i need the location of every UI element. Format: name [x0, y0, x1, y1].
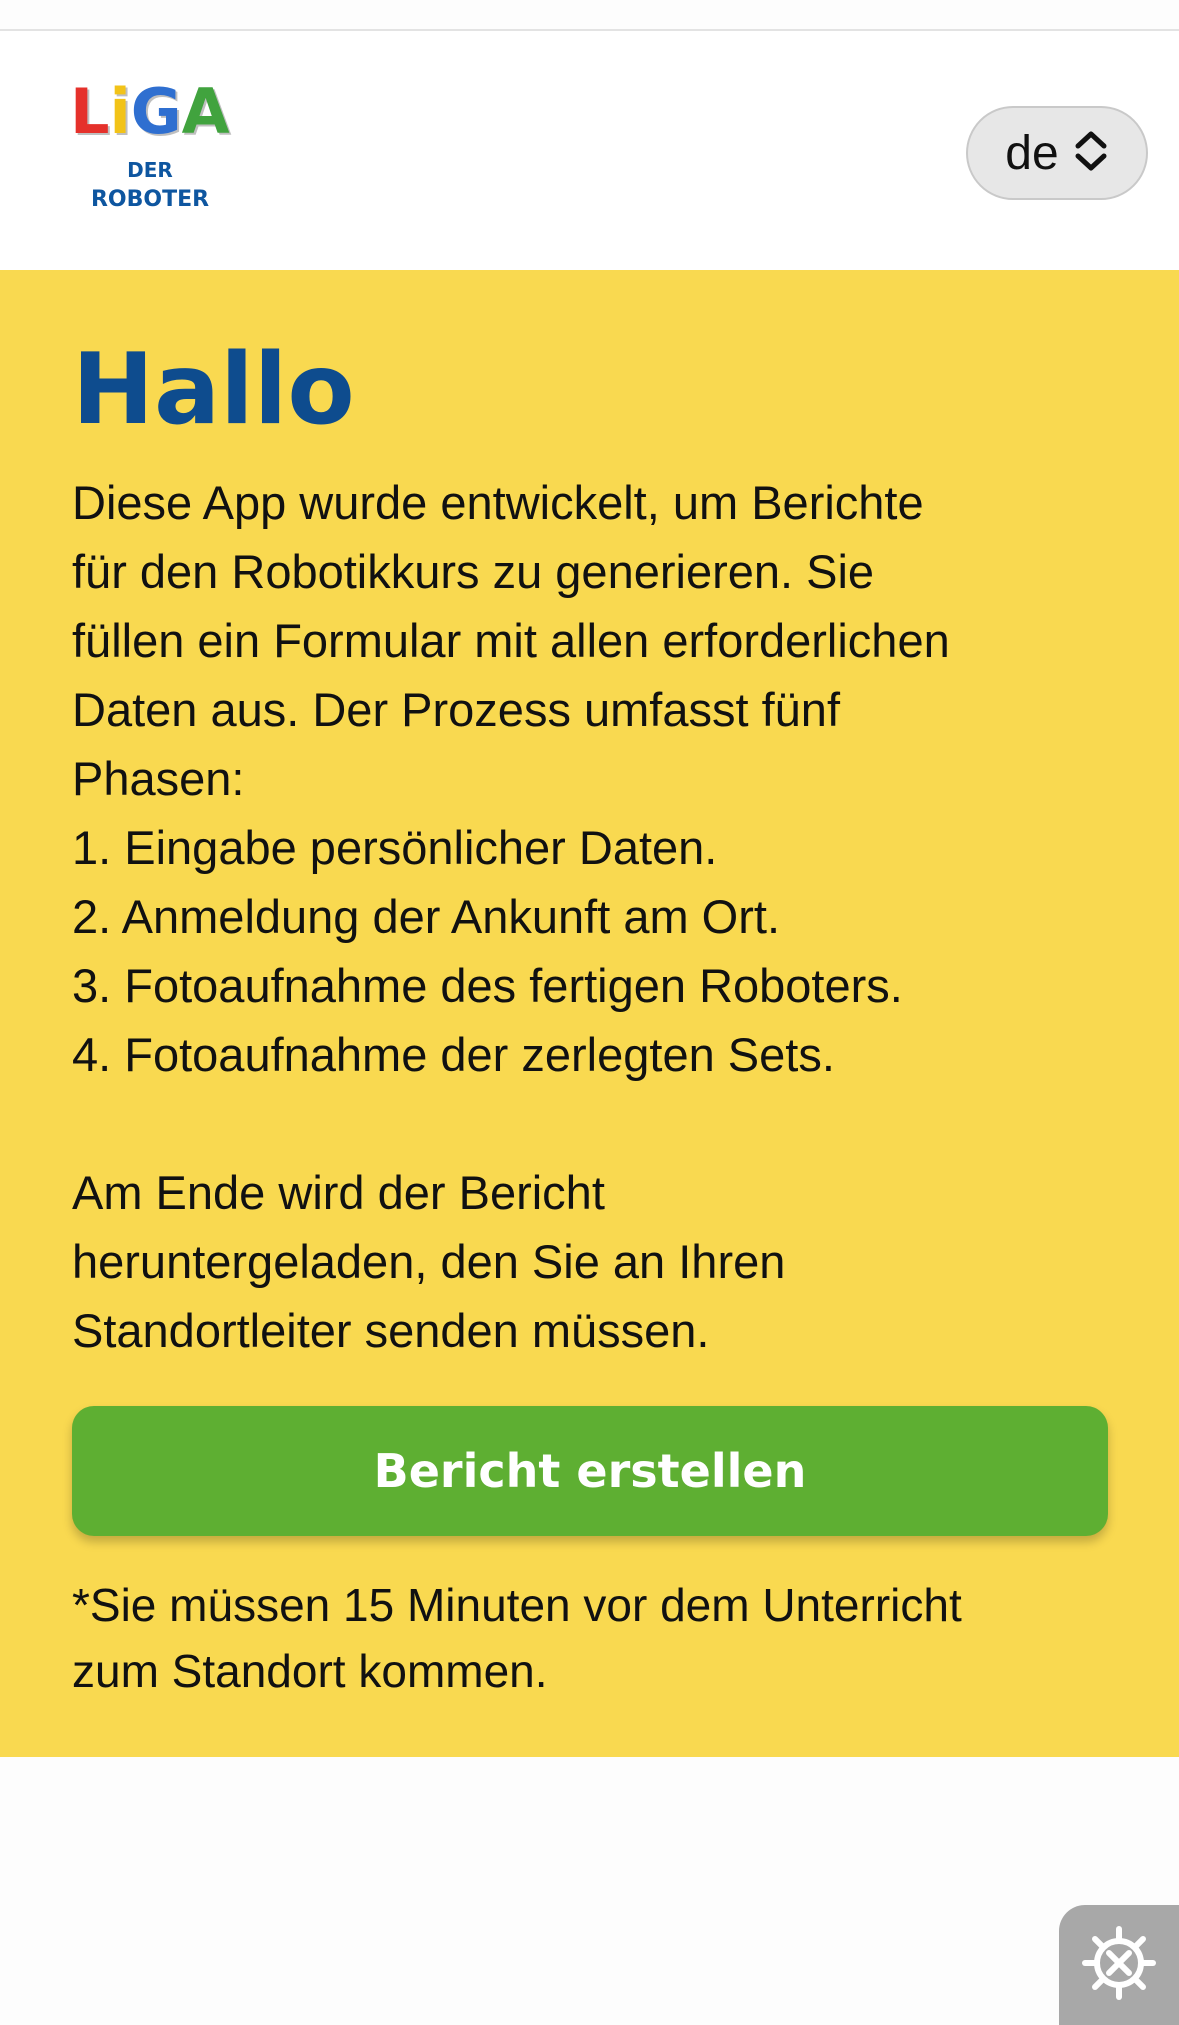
logo-subtitle-line2: ROBOTER — [90, 187, 210, 212]
intro-section: Hallo Diese App wurde entwickelt, um Ber… — [0, 270, 1179, 1757]
description-line: füllen ein Formular mit allen erforderli… — [72, 614, 950, 667]
logo-letter: L — [70, 75, 109, 148]
ending-line: Am Ende wird der Bericht — [72, 1166, 605, 1219]
logo-letter: G — [130, 75, 182, 148]
page-title: Hallo — [72, 333, 355, 447]
description-line: Diese App wurde entwickelt, um Berichte — [72, 476, 924, 529]
phase-item: 1. Eingabe persönlicher Daten. — [72, 821, 718, 874]
app-header: L i G A DER ROBOTER de — [0, 31, 1179, 270]
phase-item: 2. Anmeldung der Ankunft am Ort. — [72, 890, 781, 943]
logo-letter: i — [109, 75, 131, 148]
description-line: Daten aus. Der Prozess umfasst fünf — [72, 683, 840, 736]
logo-subtitle-line1: DER — [127, 158, 173, 182]
description-line: für den Robotikkurs zu generieren. Sie — [72, 545, 875, 598]
language-value: de — [1005, 126, 1059, 180]
settings-tools-button[interactable] — [1059, 1905, 1179, 2025]
intro-description: Diese App wurde entwickelt, um Berichte … — [72, 468, 1112, 1365]
phase-item: 3. Fotoaufnahme des fertigen Roboters. — [72, 959, 903, 1012]
arrival-note: *Sie müssen 15 Minuten vor dem Unterrich… — [72, 1572, 1112, 1704]
logo-wordmark: L i G A — [70, 81, 230, 143]
note-line: *Sie müssen 15 Minuten vor dem Unterrich… — [72, 1579, 962, 1631]
phase-item: 4. Fotoaufnahme der zerlegten Sets. — [72, 1028, 835, 1081]
logo-letter: A — [181, 75, 230, 148]
language-select[interactable]: de — [966, 106, 1148, 200]
note-line: zum Standort kommen. — [72, 1645, 548, 1697]
description-line: Phasen: — [72, 752, 245, 805]
ending-line: heruntergeladen, den Sie an Ihren — [72, 1235, 786, 1288]
chevron-up-down-icon — [1073, 128, 1109, 178]
gear-wrench-icon — [1077, 1921, 1161, 2009]
create-report-button[interactable]: Bericht erstellen — [72, 1406, 1108, 1536]
liga-der-roboter-logo: L i G A DER ROBOTER — [70, 81, 230, 241]
ending-line: Standortleiter senden müssen. — [72, 1304, 710, 1357]
